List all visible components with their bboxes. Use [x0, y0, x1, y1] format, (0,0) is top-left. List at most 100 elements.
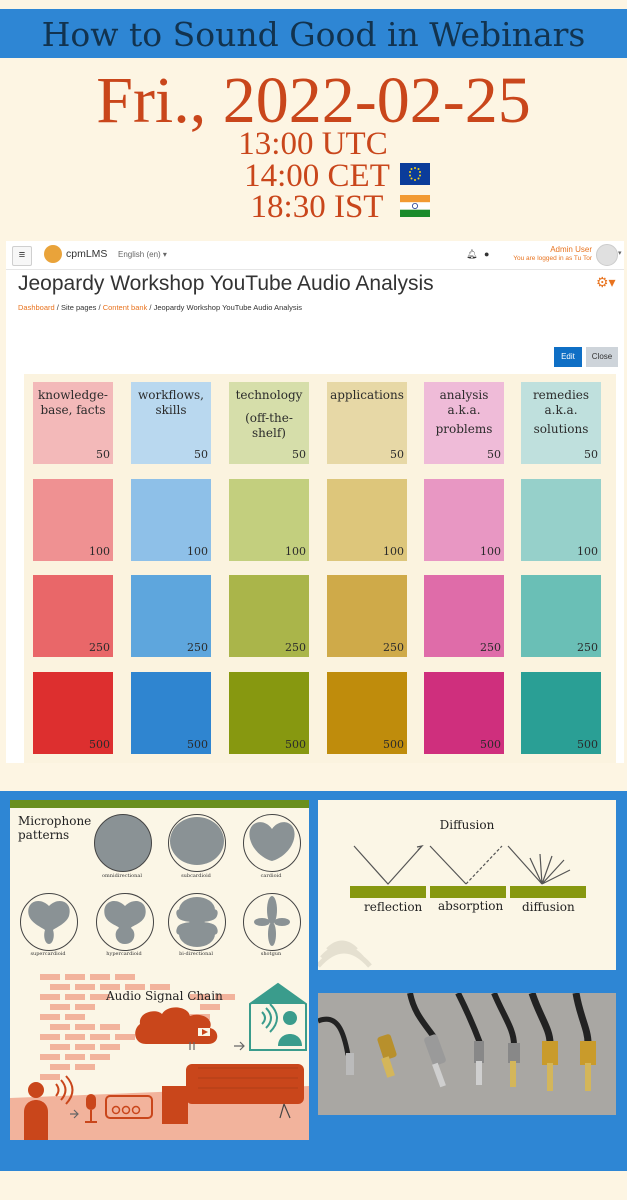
category-line: analysis	[439, 388, 489, 402]
point-value: 250	[187, 641, 208, 654]
supercardioid-pattern-icon	[20, 893, 78, 951]
time-ist: 18:30 IST	[250, 189, 384, 225]
category-line: base, facts	[40, 403, 106, 417]
time-cet: 14:00 CET	[244, 158, 390, 194]
jeopardy-cell[interactable]: 100	[424, 479, 504, 561]
category-line: skills	[155, 403, 187, 417]
shotgun-pattern-icon	[243, 893, 301, 951]
category-title: analysis a.k.a.	[424, 388, 504, 418]
jeopardy-cell[interactable]: 250	[327, 575, 407, 657]
jeopardy-cell[interactable]: 100	[229, 479, 309, 561]
category-line: technology	[235, 388, 303, 402]
cardioid-pattern-icon	[243, 814, 301, 872]
diffusion-panel: Diffusion reflection absorption diffusio…	[318, 800, 616, 970]
jeopardy-cell[interactable]: 100	[521, 479, 601, 561]
audio-cables-photo	[318, 993, 616, 1115]
omnidirectional-pattern-icon	[94, 814, 152, 872]
jeopardy-cell[interactable]: 100	[131, 479, 211, 561]
edit-button[interactable]: Edit	[554, 347, 582, 367]
language-selector[interactable]: English (en) ▾	[118, 250, 167, 259]
site-logo-icon	[44, 245, 62, 263]
page-title: Jeopardy Workshop YouTube Audio Analysis	[18, 272, 434, 295]
breadcrumb-site-pages: Site pages	[60, 303, 97, 312]
point-value: 250	[383, 641, 404, 654]
point-value: 500	[383, 738, 404, 751]
category-title: workflows, skills	[131, 388, 211, 418]
pattern-label: subcardioid	[181, 873, 211, 879]
category-line: a.k.a.	[544, 403, 578, 417]
jeopardy-cell[interactable]: applications 50	[327, 382, 407, 464]
jeopardy-cell[interactable]: 500	[327, 672, 407, 754]
site-name[interactable]: cpmLMS	[66, 248, 107, 260]
jeopardy-cell[interactable]: 250	[33, 575, 113, 657]
jeopardy-cell[interactable]: 500	[33, 672, 113, 754]
point-value: 500	[89, 738, 110, 751]
diffusion-diagram	[318, 845, 586, 968]
user-name[interactable]: Admin User	[506, 245, 592, 255]
jeopardy-cell[interactable]: remedies a.k.a. solutions 50	[521, 382, 601, 464]
mic-title-line2: patterns	[18, 828, 70, 842]
jeopardy-cell[interactable]: 100	[327, 479, 407, 561]
point-value: 100	[89, 545, 110, 558]
jeopardy-cell[interactable]: 250	[521, 575, 601, 657]
breadcrumb: Dashboard / Site pages / Content bank / …	[18, 303, 303, 312]
point-value: 500	[285, 738, 306, 751]
pattern-label: supercardioid	[30, 951, 66, 957]
absorption-label: absorption	[438, 899, 504, 913]
category-title: remedies a.k.a.	[521, 388, 601, 418]
reflection-label: reflection	[364, 900, 423, 914]
category-line: a.k.a.	[447, 403, 481, 417]
point-value: 50	[487, 448, 501, 461]
event-date: Fri., 2022-02-25	[96, 64, 531, 137]
jeopardy-cell[interactable]: 500	[424, 672, 504, 754]
bell-icon[interactable]: 🔔︎	[466, 249, 477, 260]
jeopardy-cell[interactable]: analysis a.k.a. problems 50	[424, 382, 504, 464]
point-value: 50	[194, 448, 208, 461]
jeopardy-cell[interactable]: 250	[131, 575, 211, 657]
jeopardy-cell[interactable]: 250	[229, 575, 309, 657]
jeopardy-cell[interactable]: 500	[521, 672, 601, 754]
jeopardy-cell[interactable]: 500	[131, 672, 211, 754]
point-value: 100	[187, 545, 208, 558]
point-value: 250	[577, 641, 598, 654]
jeopardy-cell[interactable]: 250	[424, 575, 504, 657]
category-subtitle: (off-the-shelf)	[245, 411, 293, 440]
avatar[interactable]	[596, 244, 618, 266]
point-value: 50	[584, 448, 598, 461]
category-subtitle: solutions	[533, 422, 589, 436]
signal-chain-title: Audio Signal Chain	[106, 989, 223, 1003]
point-value: 100	[480, 545, 501, 558]
chevron-down-icon[interactable]: ▾	[618, 249, 622, 257]
login-note: You are logged in as Tu Tor	[513, 255, 592, 262]
pattern-label: cardioid	[260, 873, 282, 879]
jeopardy-cell[interactable]: 100	[33, 479, 113, 561]
hamburger-menu-icon[interactable]: ≡	[12, 246, 32, 266]
category-line: applications	[330, 388, 404, 402]
subcardioid-pattern-icon	[168, 814, 226, 872]
jeopardy-cell[interactable]: knowledge-base, facts 50	[33, 382, 113, 464]
mic-title-line1: Microphone	[18, 814, 92, 828]
point-value: 250	[285, 641, 306, 654]
point-value: 250	[480, 641, 501, 654]
point-value: 100	[383, 545, 404, 558]
breadcrumb-content-bank[interactable]: Content bank	[103, 303, 148, 312]
breadcrumb-current: Jeopardy Workshop YouTube Audio Analysis	[153, 303, 303, 312]
hypercardioid-pattern-icon	[96, 893, 154, 951]
category-line: workflows,	[138, 388, 204, 402]
breadcrumb-dashboard[interactable]: Dashboard	[18, 303, 55, 312]
gear-icon[interactable]: ⚙▾	[596, 274, 616, 291]
point-value: 50	[390, 448, 404, 461]
close-button[interactable]: Close	[586, 347, 618, 367]
category-subtitle: problems	[435, 422, 493, 436]
pattern-label: omnidirectional	[102, 873, 142, 879]
point-value: 100	[285, 545, 306, 558]
jeopardy-cell[interactable]: technology (off-the-shelf) 50	[229, 382, 309, 464]
jeopardy-cell[interactable]: 500	[229, 672, 309, 754]
pattern-label: bi-directional	[179, 951, 213, 957]
diffusion-label: diffusion	[522, 900, 575, 914]
category-title: applications	[327, 388, 407, 403]
jeopardy-cell[interactable]: workflows, skills 50	[131, 382, 211, 464]
point-value: 500	[577, 738, 598, 751]
moodle-screenshot: ≡ cpmLMS English (en) ▾ 🔔︎ ● Admin User …	[6, 241, 624, 763]
time-utc: 13:00 UTC	[238, 126, 388, 162]
